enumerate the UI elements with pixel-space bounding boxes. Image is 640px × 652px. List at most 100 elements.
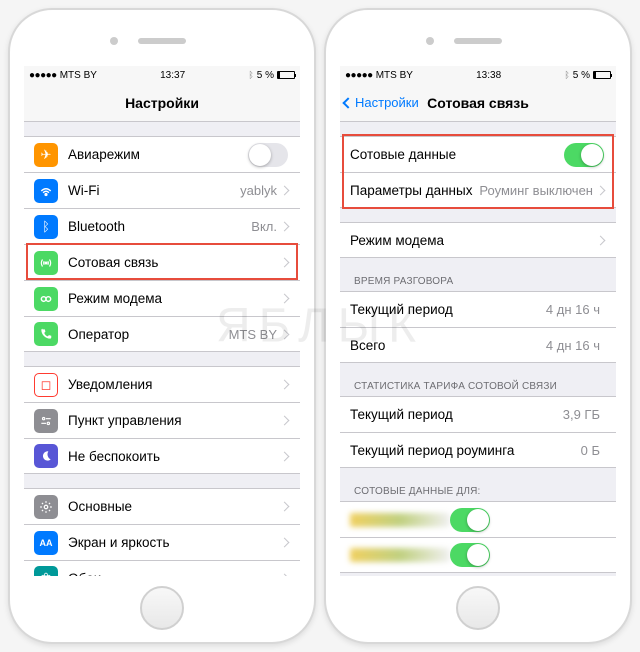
chevron-left-icon — [342, 97, 353, 108]
cellular-icon — [34, 251, 58, 275]
row-hotspot[interactable]: Режим модема — [24, 280, 300, 316]
row-value: Роуминг выключен — [479, 183, 593, 198]
control-center-icon — [34, 409, 58, 433]
back-label: Настройки — [355, 95, 419, 110]
row-carrier[interactable]: Оператор MTS BY — [24, 316, 300, 352]
clock: 13:38 — [476, 70, 501, 81]
row-wifi[interactable]: Wi-Fi yablyk — [24, 172, 300, 208]
bluetooth-icon: ᛒ — [34, 215, 58, 239]
speaker — [138, 38, 186, 44]
signal-icon: ●●●●● — [345, 70, 373, 81]
section-header: ВРЕМЯ РАЗГОВОРА — [340, 272, 616, 291]
status-bar: ●●●●● MTS BY 13:37 ᛒ 5 % — [24, 66, 300, 84]
hotspot-icon — [34, 287, 58, 311]
bluetooth-icon: ᛒ — [564, 70, 569, 80]
gear-icon — [34, 495, 58, 519]
row-data-current: Текущий период 3,9 ГБ — [340, 396, 616, 432]
row-value: MTS BY — [229, 327, 277, 342]
row-label: Текущий период — [350, 407, 563, 422]
page-title: Сотовая связь — [427, 95, 529, 111]
nav-bar: Настройки — [24, 84, 300, 122]
row-value: 0 Б — [581, 443, 600, 458]
row-app-blurred[interactable] — [340, 537, 616, 573]
bluetooth-icon: ᛒ — [248, 70, 253, 80]
row-label: Оператор — [68, 327, 229, 342]
row-dnd[interactable]: Не беспокоить — [24, 438, 300, 474]
chevron-right-icon — [280, 538, 290, 548]
phone-left: ●●●●● MTS BY 13:37 ᛒ 5 % Настройки ✈ Ави… — [8, 8, 316, 644]
row-label: Wi-Fi — [68, 183, 240, 198]
home-button[interactable] — [140, 586, 184, 630]
row-value: 4 дн 16 ч — [546, 338, 600, 353]
row-data-roaming: Текущий период роуминга 0 Б — [340, 432, 616, 468]
row-notifications[interactable]: ◻ Уведомления — [24, 366, 300, 402]
home-button[interactable] — [456, 586, 500, 630]
nav-bar: Настройки Сотовая связь — [340, 84, 616, 122]
row-label: Всего — [350, 338, 546, 353]
display-icon: AA — [34, 531, 58, 555]
chevron-right-icon — [280, 186, 290, 196]
chevron-right-icon — [280, 294, 290, 304]
phone-icon — [34, 322, 58, 346]
chevron-right-icon — [280, 416, 290, 426]
chevron-right-icon — [280, 502, 290, 512]
row-value: Вкл. — [251, 219, 277, 234]
carrier-label: MTS BY — [376, 70, 413, 81]
row-general[interactable]: Основные — [24, 488, 300, 524]
row-display[interactable]: AA Экран и яркость — [24, 524, 300, 560]
section-header: СОТОВЫЕ ДАННЫЕ ДЛЯ: — [340, 482, 616, 501]
airplane-toggle[interactable] — [248, 143, 288, 167]
row-label: Экран и яркость — [68, 535, 281, 550]
row-total: Всего 4 дн 16 ч — [340, 327, 616, 363]
blurred-label — [350, 513, 450, 527]
cellular-data-toggle[interactable] — [564, 143, 604, 167]
screen-right: ●●●●● MTS BY 13:38 ᛒ 5 % Настройки Сотов… — [340, 66, 616, 576]
row-label: Bluetooth — [68, 219, 251, 234]
row-label: Режим модема — [68, 291, 281, 306]
row-current-period: Текущий период 4 дн 16 ч — [340, 291, 616, 327]
chevron-right-icon — [596, 235, 606, 245]
row-value: 3,9 ГБ — [563, 407, 600, 422]
row-data-options[interactable]: Параметры данных Роуминг выключен — [340, 172, 616, 208]
battery-icon — [277, 71, 295, 79]
row-label: Уведомления — [68, 377, 281, 392]
row-label: Не беспокоить — [68, 449, 281, 464]
row-airplane[interactable]: ✈ Авиарежим — [24, 136, 300, 172]
settings-list[interactable]: ✈ Авиарежим Wi-Fi yablyk ᛒ Bluetooth Вкл… — [24, 136, 300, 576]
status-bar: ●●●●● MTS BY 13:38 ᛒ 5 % — [340, 66, 616, 84]
wallpaper-icon: ❀ — [34, 566, 58, 576]
section-header: СТАТИСТИКА ТАРИФА СОТОВОЙ СВЯЗИ — [340, 377, 616, 396]
row-control-center[interactable]: Пункт управления — [24, 402, 300, 438]
row-label: Основные — [68, 499, 281, 514]
row-hotspot[interactable]: Режим модема — [340, 222, 616, 258]
chevron-right-icon — [280, 380, 290, 390]
row-wallpaper[interactable]: ❀ Обои — [24, 560, 300, 576]
chevron-right-icon — [280, 329, 290, 339]
wifi-icon — [34, 179, 58, 203]
app-toggle[interactable] — [450, 508, 490, 532]
row-label: Пункт управления — [68, 413, 281, 428]
battery-percent: 5 % — [573, 70, 590, 81]
airplane-icon: ✈ — [34, 143, 58, 167]
chevron-right-icon — [280, 222, 290, 232]
row-value: 4 дн 16 ч — [546, 302, 600, 317]
row-cellular-data[interactable]: Сотовые данные — [340, 136, 616, 172]
row-cellular[interactable]: Сотовая связь — [24, 244, 300, 280]
row-app-blurred[interactable] — [340, 501, 616, 537]
clock: 13:37 — [160, 70, 185, 81]
blurred-label — [350, 548, 450, 562]
row-label: Сотовые данные — [350, 147, 564, 162]
carrier-label: MTS BY — [60, 70, 97, 81]
row-label: Сотовая связь — [68, 255, 281, 270]
back-button[interactable]: Настройки — [344, 84, 419, 121]
app-toggle[interactable] — [450, 543, 490, 567]
row-label: Обои — [68, 571, 281, 577]
row-label: Авиарежим — [68, 147, 248, 162]
row-label: Текущий период — [350, 302, 546, 317]
battery-percent: 5 % — [257, 70, 274, 81]
row-bluetooth[interactable]: ᛒ Bluetooth Вкл. — [24, 208, 300, 244]
moon-icon — [34, 444, 58, 468]
cellular-list[interactable]: Сотовые данные Параметры данных Роуминг … — [340, 136, 616, 573]
chevron-right-icon — [280, 258, 290, 268]
signal-icon: ●●●●● — [29, 70, 57, 81]
